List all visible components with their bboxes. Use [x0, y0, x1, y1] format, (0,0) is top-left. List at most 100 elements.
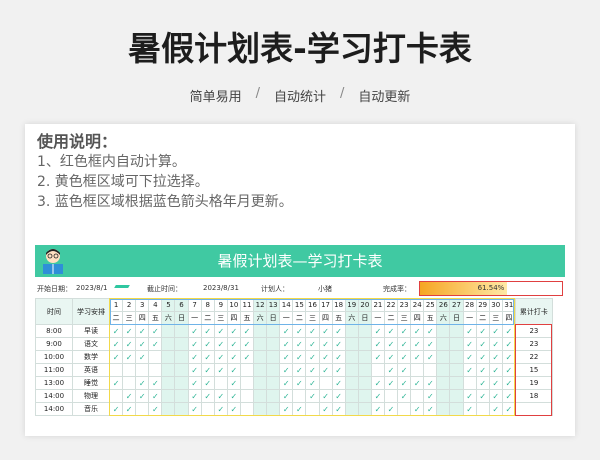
checkin-cell[interactable]: ✓: [462, 389, 477, 403]
checkin-cell[interactable]: ✓: [135, 337, 150, 351]
checkin-cell[interactable]: ✓: [397, 324, 412, 338]
checkin-cell[interactable]: [410, 363, 425, 377]
checkin-cell[interactable]: [253, 350, 268, 364]
checkin-cell[interactable]: [266, 389, 281, 403]
checkin-cell[interactable]: ✓: [501, 337, 516, 351]
checkin-cell[interactable]: [266, 402, 281, 416]
checkin-cell[interactable]: ✓: [488, 402, 503, 416]
checkin-cell[interactable]: ✓: [279, 376, 294, 390]
checkin-cell[interactable]: ✓: [122, 389, 137, 403]
checkin-cell[interactable]: ✓: [370, 337, 385, 351]
checkin-cell[interactable]: [253, 363, 268, 377]
checkin-cell[interactable]: ✓: [187, 337, 202, 351]
checkin-cell[interactable]: [239, 376, 255, 390]
row-task[interactable]: 睡觉: [72, 376, 110, 390]
checkin-cell[interactable]: ✓: [370, 324, 385, 338]
checkin-cell[interactable]: ✓: [318, 337, 333, 351]
checkin-cell[interactable]: [161, 376, 176, 390]
checkin-cell[interactable]: ✓: [122, 324, 137, 338]
checkin-cell[interactable]: ✓: [239, 350, 255, 364]
checkin-cell[interactable]: ✓: [501, 350, 516, 364]
checkin-cell[interactable]: ✓: [122, 402, 137, 416]
checkin-cell[interactable]: ✓: [135, 389, 150, 403]
checkin-cell[interactable]: ✓: [383, 402, 399, 416]
checkin-cell[interactable]: ✓: [200, 363, 215, 377]
checkin-cell[interactable]: ✓: [501, 376, 516, 390]
checkin-cell[interactable]: ✓: [213, 324, 228, 338]
row-task[interactable]: 英语: [72, 363, 110, 377]
checkin-cell[interactable]: [174, 363, 189, 377]
row-task[interactable]: 音乐: [72, 402, 110, 416]
checkin-cell[interactable]: ✓: [279, 337, 294, 351]
checkin-cell[interactable]: ✓: [501, 402, 516, 416]
checkin-cell[interactable]: ✓: [475, 376, 490, 390]
checkin-cell[interactable]: ✓: [122, 350, 137, 364]
checkin-cell[interactable]: ✓: [226, 350, 241, 364]
checkin-cell[interactable]: [266, 350, 281, 364]
planner-value[interactable]: 小猪: [318, 284, 332, 294]
checkin-cell[interactable]: ✓: [383, 350, 399, 364]
checkin-cell[interactable]: ✓: [423, 337, 438, 351]
checkin-cell[interactable]: ✓: [475, 363, 490, 377]
checkin-cell[interactable]: ✓: [370, 402, 385, 416]
checkin-cell[interactable]: [239, 402, 255, 416]
checkin-cell[interactable]: ✓: [187, 402, 202, 416]
checkin-cell[interactable]: [253, 376, 268, 390]
checkin-cell[interactable]: [449, 337, 464, 351]
checkin-cell[interactable]: [436, 389, 451, 403]
checkin-cell[interactable]: ✓: [305, 376, 320, 390]
checkin-cell[interactable]: ✓: [383, 363, 399, 377]
checkin-cell[interactable]: ✓: [279, 324, 294, 338]
checkin-cell[interactable]: [161, 389, 176, 403]
checkin-cell[interactable]: [344, 324, 359, 338]
checkin-cell[interactable]: [161, 402, 176, 416]
checkin-cell[interactable]: ✓: [148, 376, 163, 390]
checkin-cell[interactable]: [475, 402, 490, 416]
checkin-cell[interactable]: [161, 350, 176, 364]
checkin-cell[interactable]: ✓: [462, 350, 477, 364]
checkin-cell[interactable]: ✓: [200, 324, 215, 338]
checkin-cell[interactable]: ✓: [501, 363, 516, 377]
start-date-value[interactable]: 2023/8/1: [76, 284, 107, 292]
checkin-cell[interactable]: ✓: [187, 324, 202, 338]
checkin-cell[interactable]: ✓: [213, 363, 228, 377]
checkin-cell[interactable]: ✓: [410, 337, 425, 351]
checkin-cell[interactable]: [161, 337, 176, 351]
checkin-cell[interactable]: [357, 389, 372, 403]
checkin-cell[interactable]: ✓: [239, 337, 255, 351]
checkin-cell[interactable]: ✓: [331, 337, 346, 351]
checkin-cell[interactable]: [253, 324, 268, 338]
checkin-cell[interactable]: ✓: [318, 389, 333, 403]
checkin-cell[interactable]: ✓: [305, 389, 320, 403]
checkin-cell[interactable]: [305, 402, 320, 416]
checkin-cell[interactable]: ✓: [501, 389, 516, 403]
checkin-cell[interactable]: ✓: [475, 324, 490, 338]
checkin-cell[interactable]: [174, 389, 189, 403]
row-task[interactable]: 语文: [72, 337, 110, 351]
checkin-cell[interactable]: ✓: [108, 350, 124, 364]
checkin-cell[interactable]: ✓: [423, 402, 438, 416]
checkin-cell[interactable]: [108, 363, 124, 377]
checkin-cell[interactable]: ✓: [148, 324, 163, 338]
checkin-cell[interactable]: [266, 376, 281, 390]
checkin-cell[interactable]: ✓: [383, 376, 399, 390]
checkin-cell[interactable]: ✓: [410, 376, 425, 390]
checkin-cell[interactable]: [436, 324, 451, 338]
checkin-cell[interactable]: [436, 350, 451, 364]
checkin-cell[interactable]: ✓: [226, 337, 241, 351]
checkin-cell[interactable]: [357, 402, 372, 416]
checkin-cell[interactable]: ✓: [135, 350, 150, 364]
checkin-cell[interactable]: ✓: [239, 324, 255, 338]
checkin-cell[interactable]: [266, 324, 281, 338]
checkin-cell[interactable]: ✓: [318, 350, 333, 364]
checkin-cell[interactable]: ✓: [488, 337, 503, 351]
checkin-cell[interactable]: [397, 402, 412, 416]
checkin-cell[interactable]: ✓: [318, 363, 333, 377]
checkin-cell[interactable]: [436, 337, 451, 351]
checkin-cell[interactable]: ✓: [370, 350, 385, 364]
checkin-cell[interactable]: ✓: [226, 363, 241, 377]
checkin-cell[interactable]: ✓: [187, 376, 202, 390]
row-task[interactable]: 数学: [72, 350, 110, 364]
checkin-cell[interactable]: ✓: [475, 350, 490, 364]
checkin-cell[interactable]: [357, 350, 372, 364]
